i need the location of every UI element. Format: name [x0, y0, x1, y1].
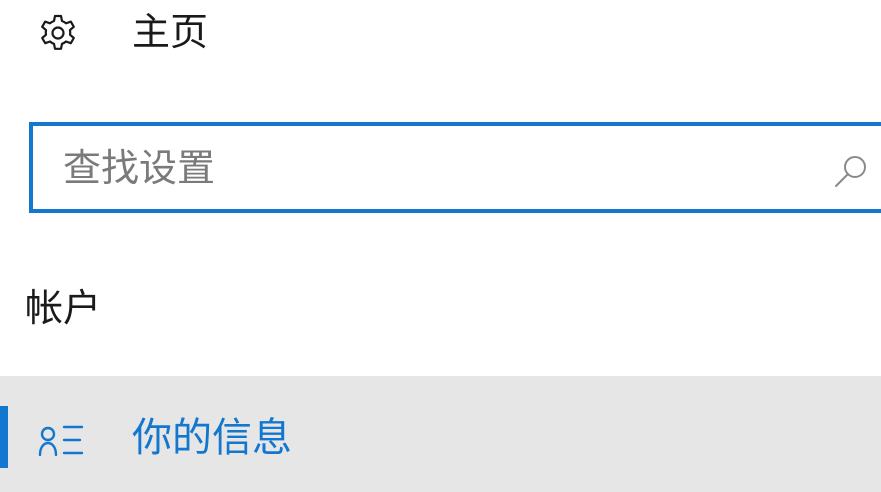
- search-icon[interactable]: [831, 152, 871, 192]
- selection-indicator: [0, 406, 8, 468]
- home-label: 主页: [132, 10, 209, 54]
- gear-icon: [41, 14, 75, 50]
- home-link[interactable]: 主页: [0, 0, 881, 68]
- search-input[interactable]: [63, 138, 803, 198]
- settings-sidebar: 主页 帐户 你的信息: [0, 0, 881, 492]
- section-title-accounts: 帐户: [25, 286, 102, 330]
- person-list-icon: [38, 425, 84, 457]
- sidebar-item-label: 你的信息: [132, 415, 292, 461]
- search-box[interactable]: [29, 122, 881, 213]
- sidebar-item-your-info[interactable]: 你的信息: [0, 376, 881, 492]
